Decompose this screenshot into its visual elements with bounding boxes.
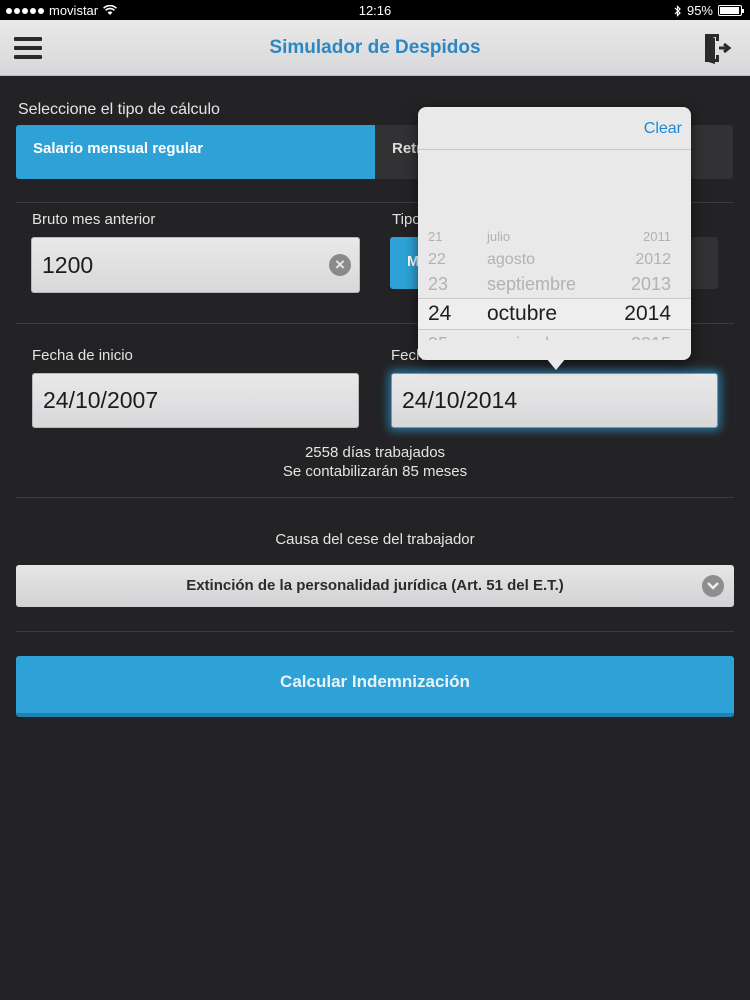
calc-type-label: Seleccione el tipo de cálculo xyxy=(18,101,220,118)
calculate-button[interactable]: Calcular Indemnización xyxy=(16,656,734,717)
salary-value: 1200 xyxy=(42,251,94,278)
picker-month: septiembre xyxy=(487,274,577,294)
cause-label: Causa del cese del trabajador xyxy=(275,531,475,548)
end-date-value: 24/10/2014 xyxy=(402,387,518,413)
picker-month: octubre xyxy=(487,302,558,325)
date-picker-wheels[interactable]: 21 julio 2011 22 agosto 2012 23 septiembre 2013 2… xyxy=(418,167,691,340)
picker-month: noviembre xyxy=(487,328,571,340)
nav-bar: Simulador de Despidos xyxy=(0,20,750,76)
clear-date-button[interactable]: Clear xyxy=(644,120,682,138)
picker-day: 23 xyxy=(428,274,449,294)
popover-header: Clear xyxy=(418,107,691,150)
status-time: 12:16 xyxy=(358,3,392,18)
picker-row[interactable]: 25 noviembre 2015 xyxy=(418,328,691,340)
picker-year: 2013 xyxy=(630,274,671,294)
cause-select-value: Extinción de la personalidad jurídica (A… xyxy=(186,577,564,594)
date-picker-popover: Clear 21 julio 2011 22 agosto 2012 23 septiembr… xyxy=(418,107,691,370)
start-date-label: Fecha de inicio xyxy=(32,347,133,364)
clear-input-icon[interactable]: × xyxy=(329,254,351,276)
bluetooth-icon xyxy=(674,4,681,17)
picker-day: 24 xyxy=(428,302,452,325)
chevron-down-icon xyxy=(702,575,724,597)
status-bar: movistar 12:16 95% xyxy=(0,0,750,20)
picker-row[interactable]: 24 octubre 2014 xyxy=(418,298,691,328)
divider xyxy=(16,631,734,632)
status-right: 95% xyxy=(674,3,744,18)
exit-door-icon[interactable] xyxy=(703,31,733,65)
picker-day: 25 xyxy=(428,328,448,340)
battery-percent: 95% xyxy=(686,3,713,18)
battery-icon xyxy=(718,5,744,16)
months-counted-text: Se contabilizarán 85 meses xyxy=(282,463,468,480)
tipo-label: Tipo xyxy=(392,211,421,228)
divider xyxy=(16,497,734,498)
cause-select[interactable]: Extinción de la personalidad jurídica (A… xyxy=(16,565,734,607)
end-date-input[interactable]: 24/10/2014 xyxy=(391,373,718,428)
picker-year: 2015 xyxy=(631,328,671,340)
picker-year: 2014 xyxy=(624,302,671,325)
salary-label: Bruto mes anterior xyxy=(32,211,156,228)
picker-row[interactable]: 23 septiembre 2013 xyxy=(418,268,691,298)
start-date-input[interactable]: 24/10/2007 xyxy=(32,373,359,428)
days-worked-text: 2558 días trabajados xyxy=(304,444,446,461)
popover-arrow xyxy=(546,358,566,370)
salary-input[interactable]: 1200 × xyxy=(31,237,360,293)
page-title: Simulador de Despidos xyxy=(269,37,481,58)
segment-salario-mensual[interactable]: Salario mensual regular xyxy=(16,125,375,179)
start-date-value: 24/10/2007 xyxy=(43,387,159,413)
